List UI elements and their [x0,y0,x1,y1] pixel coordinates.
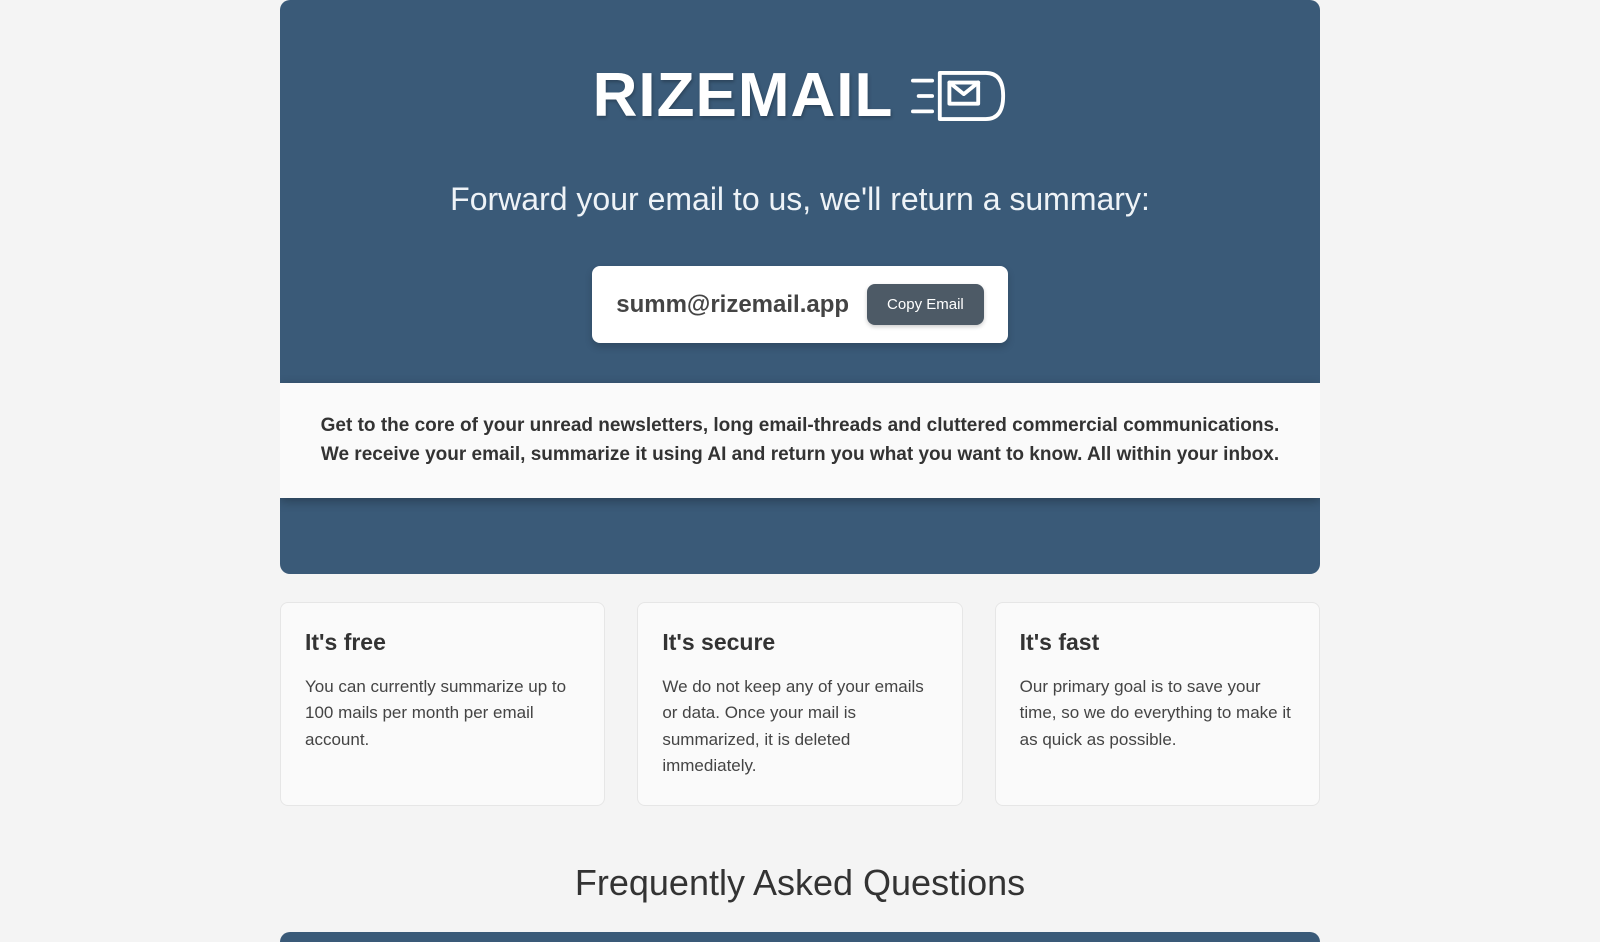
feature-body: Our primary goal is to save your time, s… [1020,674,1295,753]
logo-wrap: RIZEMAIL [300,60,1300,131]
faq-section-top [280,932,1320,942]
copy-email-button[interactable]: Copy Email [867,284,984,325]
forward-email-address: summ@rizemail.app [616,291,849,319]
hero-tagline: Forward your email to us, we'll return a… [300,181,1300,218]
envelope-speed-icon [911,66,1007,126]
feature-card-fast: It's fast Our primary goal is to save yo… [995,602,1320,806]
feature-body: You can currently summarize up to 100 ma… [305,674,580,753]
feature-card-free: It's free You can currently summarize up… [280,602,605,806]
email-card: summ@rizemail.app Copy Email [592,266,1008,343]
feature-card-secure: It's secure We do not keep any of your e… [637,602,962,806]
feature-title: It's fast [1020,629,1295,656]
brand-name: RIZEMAIL [593,60,894,131]
feature-body: We do not keep any of your emails or dat… [662,674,937,779]
hero-section: RIZEMAIL Forward your email to us, we'll… [280,0,1320,574]
hero-description: Get to the core of your unread newslette… [280,383,1320,498]
feature-title: It's secure [662,629,937,656]
faq-heading: Frequently Asked Questions [280,862,1320,904]
feature-title: It's free [305,629,580,656]
features-row: It's free You can currently summarize up… [280,602,1320,806]
